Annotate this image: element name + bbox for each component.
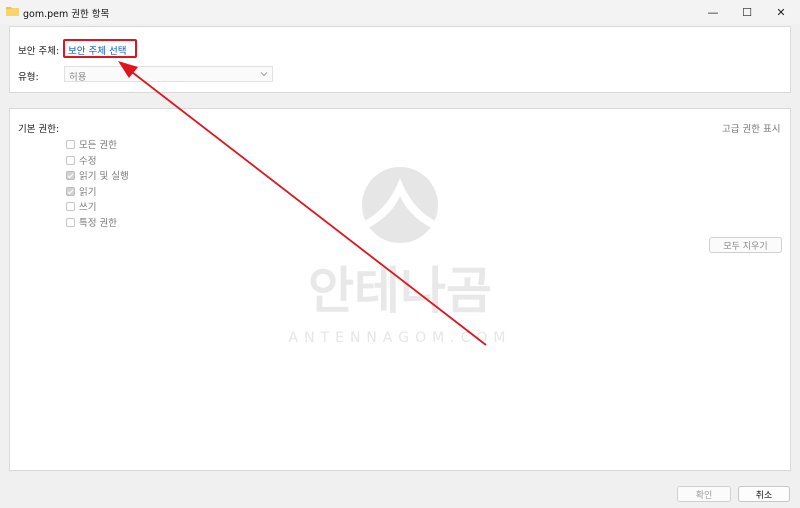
ok-button[interactable]: 확인 (677, 486, 731, 502)
clear-all-button[interactable]: 모두 지우기 (709, 237, 782, 253)
chevron-down-icon (260, 72, 268, 77)
permission-full-control[interactable]: 모든 권한 (66, 138, 117, 151)
checkbox-checked[interactable] (66, 186, 75, 196)
permission-label: 읽기 (79, 187, 97, 198)
checkbox[interactable] (66, 217, 75, 227)
checkbox[interactable] (66, 155, 75, 165)
cancel-button[interactable]: 취소 (738, 486, 790, 502)
permission-label: 쓰기 (79, 202, 97, 213)
basic-permissions-label: 기본 권한: (18, 124, 60, 135)
checkbox[interactable] (66, 139, 75, 149)
show-advanced-permissions-link[interactable]: 고급 권한 표시 (722, 121, 780, 135)
window-title: gom.pem 권한 항목 (23, 9, 110, 20)
permissions-panel (9, 108, 791, 471)
close-button[interactable]: ✕ (764, 0, 798, 24)
type-select-value: 허용 (69, 72, 87, 83)
folder-icon (6, 7, 19, 16)
type-select[interactable]: 허용 (64, 66, 273, 83)
checkbox-checked[interactable] (66, 170, 75, 180)
minimize-button[interactable]: — (696, 0, 730, 24)
checkbox[interactable] (66, 201, 75, 211)
permission-write[interactable]: 쓰기 (66, 200, 97, 213)
permission-read[interactable]: 읽기 (66, 185, 97, 198)
highlight-box (63, 39, 137, 58)
permission-modify[interactable]: 수정 (66, 154, 97, 167)
type-label: 유형: (18, 72, 39, 83)
principal-label: 보안 주체: (18, 46, 60, 57)
permission-label: 특정 권한 (79, 218, 117, 229)
permission-label: 수정 (79, 156, 97, 167)
permission-special[interactable]: 특정 권한 (66, 216, 117, 229)
permission-read-execute[interactable]: 읽기 및 실행 (66, 169, 129, 182)
permission-label: 모든 권한 (79, 140, 117, 151)
principal-panel (9, 26, 791, 93)
title-bar: gom.pem 권한 항목 — ☐ ✕ (0, 0, 800, 24)
maximize-button[interactable]: ☐ (730, 0, 764, 24)
permission-label: 읽기 및 실행 (79, 171, 129, 182)
